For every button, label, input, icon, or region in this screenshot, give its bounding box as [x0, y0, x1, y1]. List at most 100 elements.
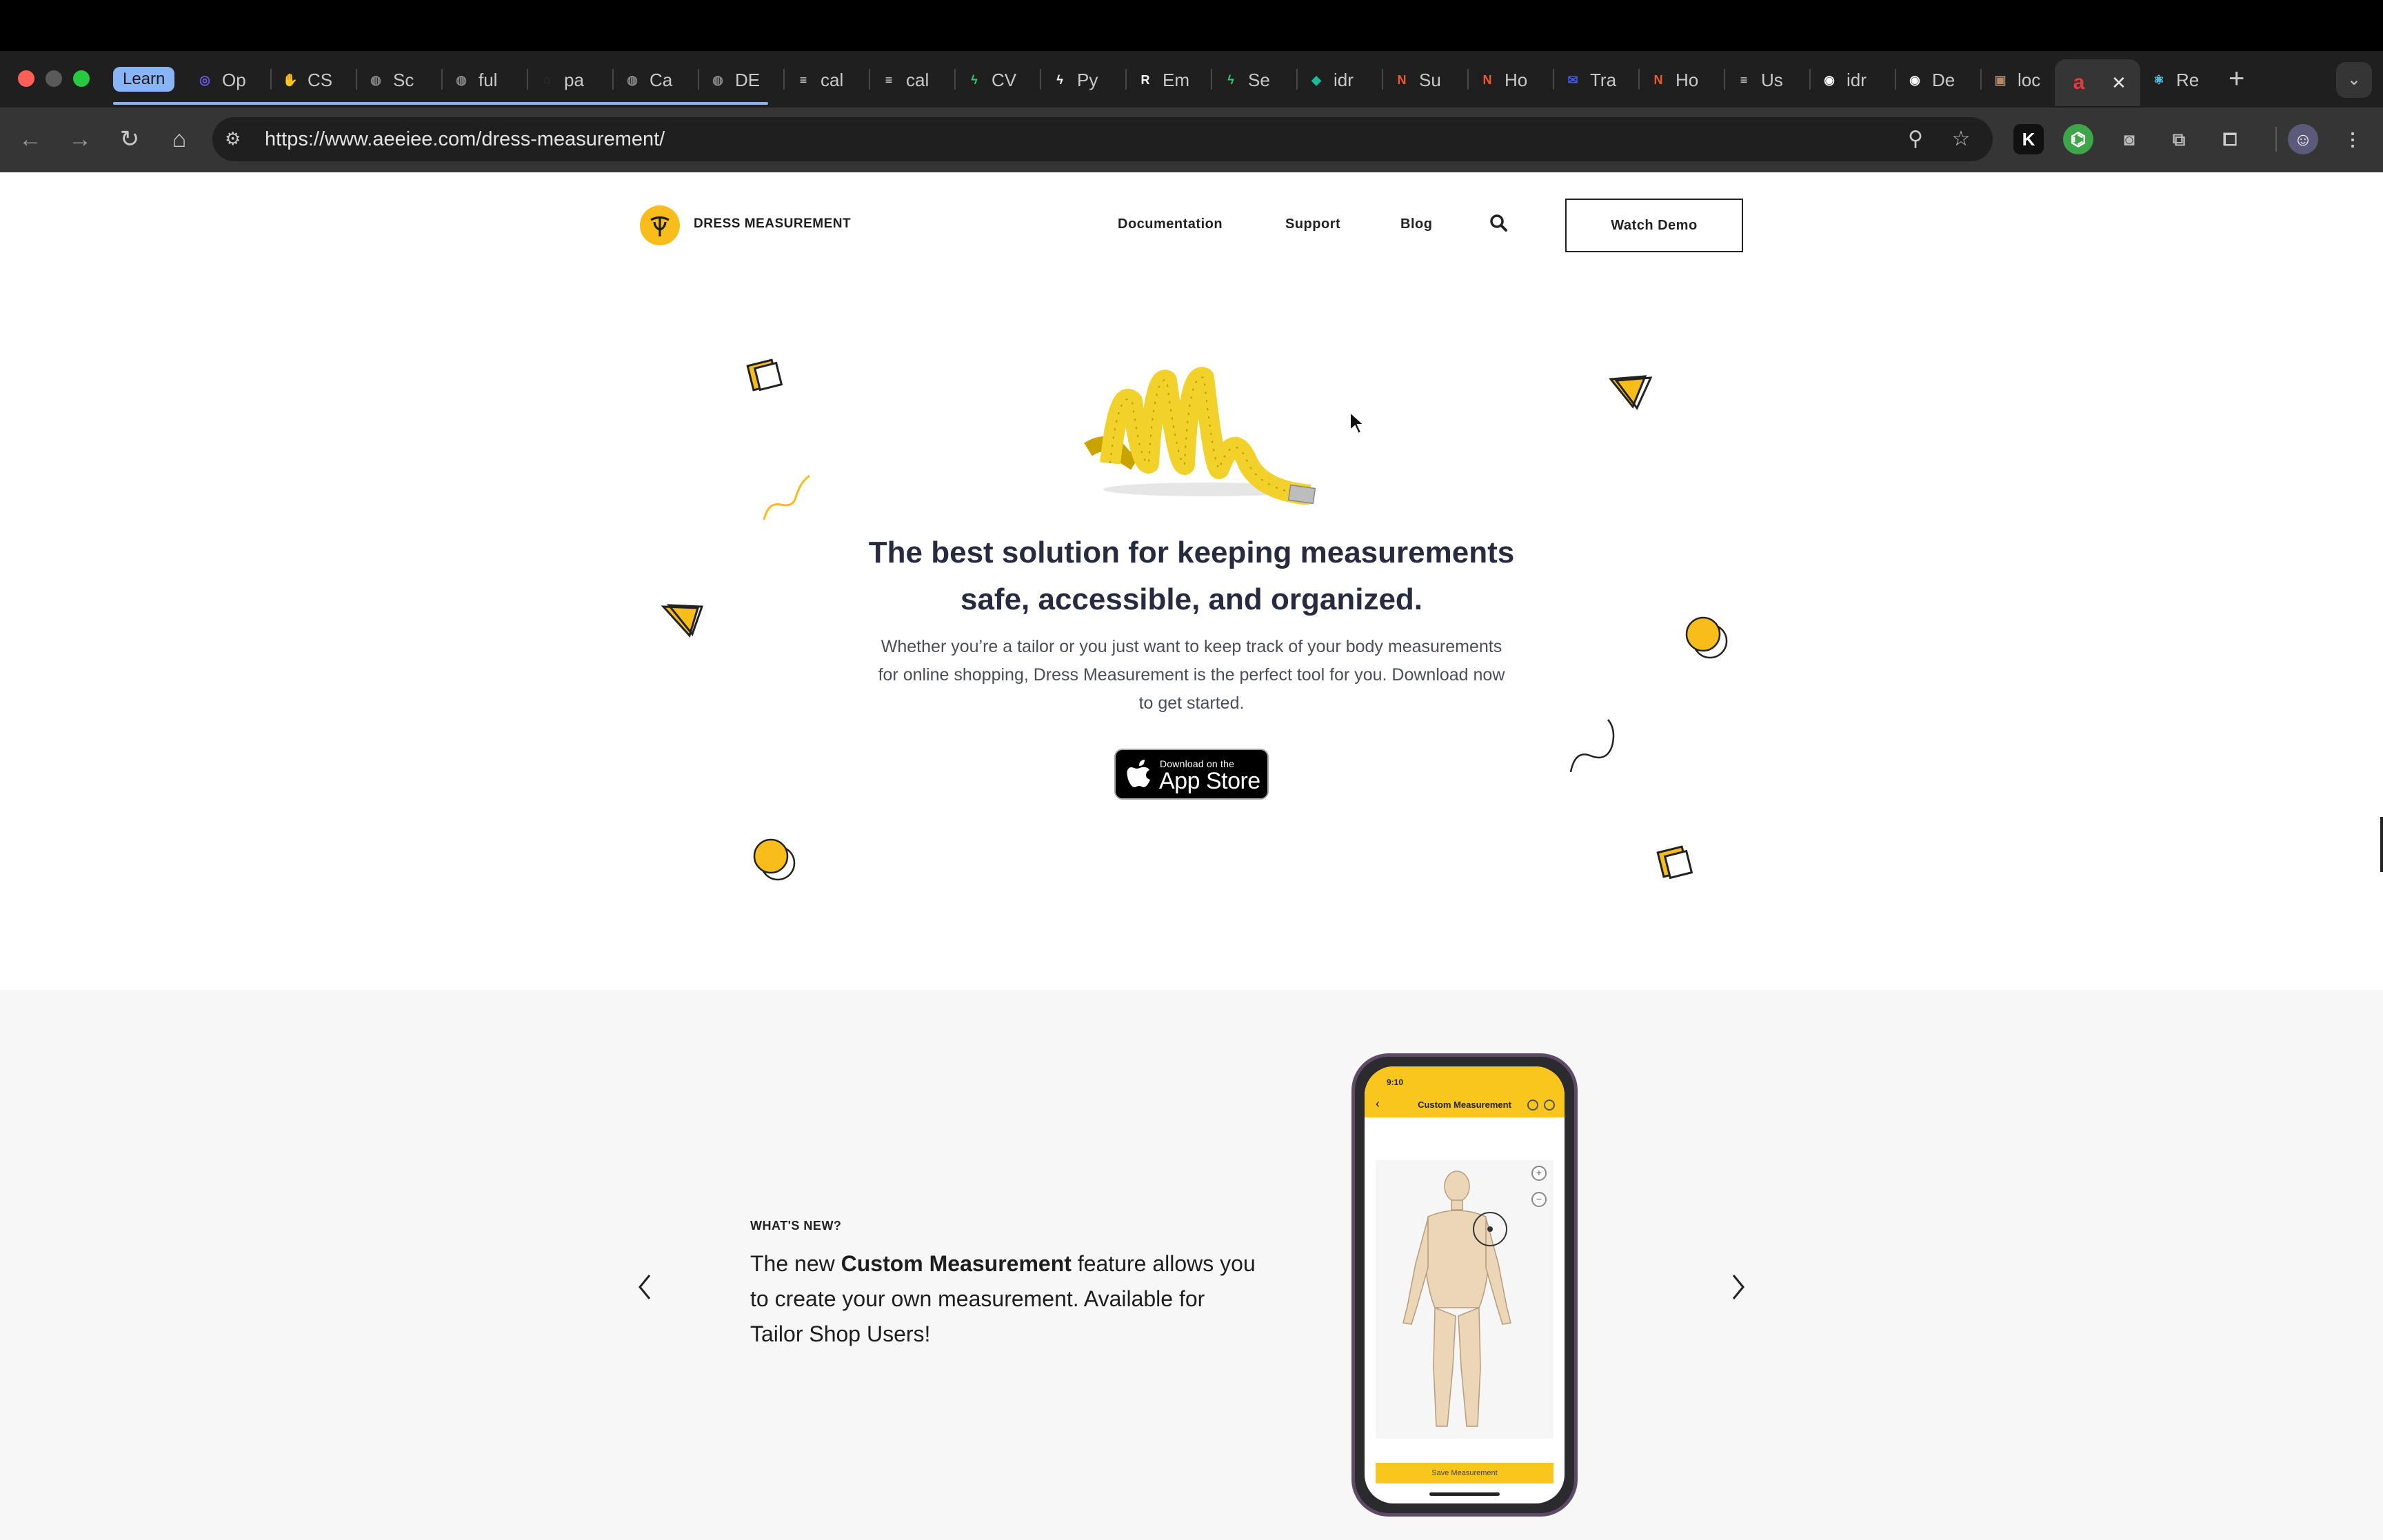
new-tab-button[interactable]: + — [2229, 65, 2244, 92]
browser-tab[interactable]: ◍ Sc — [365, 61, 414, 99]
nav-blog[interactable]: Blog — [1400, 216, 1432, 232]
tab-search-button[interactable]: ⌄ — [2336, 62, 2372, 98]
browser-tab-label: idr — [1847, 69, 1867, 90]
browser-tab[interactable]: ◍ Ca — [622, 61, 672, 99]
brand-name[interactable]: DRESS MEASUREMENT — [694, 216, 851, 232]
globe-icon: ◍ — [456, 72, 467, 87]
phone-mockup: 9:10 ‹ Custom Measurement + − Save Measu… — [1351, 1053, 1578, 1517]
browser-tab-label: cal — [906, 69, 929, 90]
browser-tab-label: idr — [1334, 69, 1354, 90]
bookmark-star-icon[interactable]: ☆ — [1946, 124, 1976, 154]
browser-tab[interactable]: N Ho — [1477, 61, 1528, 99]
brand-logo-icon[interactable] — [640, 205, 680, 245]
browser-tab[interactable]: ◌ pa — [536, 61, 584, 99]
whats-new-feature-name: Custom Measurement — [841, 1251, 1072, 1276]
close-window-button[interactable] — [18, 70, 34, 87]
tape-measure-illustration — [1084, 367, 1316, 505]
browser-tab[interactable]: ◉ De — [1904, 61, 1955, 99]
square-decoration-icon — [1656, 845, 1693, 880]
tab-group-chip[interactable]: Learn — [113, 67, 175, 92]
browser-tab-label: DE — [735, 69, 761, 90]
circle-decoration-icon — [753, 838, 796, 881]
browser-tab[interactable]: ▣ loc — [1990, 61, 2040, 99]
browser-tab-label: Su — [1419, 69, 1441, 90]
browser-tab[interactable]: ✋ CS — [280, 61, 332, 99]
tab-divider — [1125, 69, 1127, 90]
openai-icon: ◎ — [199, 72, 210, 87]
browser-tab[interactable]: ϟ CV — [964, 61, 1016, 99]
zoom-icon[interactable]: ⚲ — [1900, 124, 1931, 154]
bolt-icon: ϟ — [1227, 72, 1234, 87]
phone-home-indicator — [1429, 1492, 1500, 1496]
browser-tab[interactable]: R Em — [1135, 61, 1190, 99]
browser-tab[interactable]: ◍ DE — [707, 61, 760, 99]
reload-button[interactable]: ↻ — [113, 123, 146, 156]
disc-icon: ≡ — [1740, 72, 1748, 87]
browser-tab[interactable]: ϟ Se — [1220, 61, 1270, 99]
url-text[interactable]: https://www.aeeiee.com/dress-measurement… — [265, 124, 665, 154]
web-page: DRESS MEASUREMENT Documentation Support … — [0, 172, 2383, 1540]
minimize-window-button[interactable] — [46, 70, 62, 87]
body-figure-canvas: + − — [1376, 1160, 1554, 1439]
browser-tab[interactable]: ≡ Us — [1733, 61, 1783, 99]
tab-divider — [783, 69, 785, 90]
app-store-button[interactable]: Download on the App Store — [1114, 749, 1269, 800]
camera-extension-icon[interactable]: ◙ — [2114, 124, 2144, 154]
back-button[interactable]: ← — [14, 123, 47, 156]
k-extension-icon[interactable]: K — [2013, 124, 2044, 154]
watch-demo-button[interactable]: Watch Demo — [1565, 199, 1743, 252]
browser-tab-label: Op — [222, 69, 246, 90]
os-menu-strip — [0, 0, 2383, 51]
phone-refresh-icon — [1527, 1100, 1538, 1111]
apple-icon — [1127, 760, 1150, 787]
nav-documentation[interactable]: Documentation — [1118, 216, 1223, 232]
forward-button[interactable]: → — [63, 123, 97, 156]
close-tab-icon[interactable]: ✕ — [2111, 72, 2126, 94]
browser-tab[interactable]: ◆ idr — [1306, 61, 1354, 99]
browser-tab[interactable]: N Su — [1391, 61, 1441, 99]
browser-tab[interactable]: ◉ idr — [1819, 61, 1867, 99]
browser-tab-label: Ca — [650, 69, 673, 90]
n-icon: N — [1653, 72, 1663, 87]
carousel-next-icon[interactable] — [1725, 1273, 1750, 1301]
tab-divider — [270, 69, 272, 90]
tab-divider — [1724, 69, 1725, 90]
mail-icon: ✉ — [1567, 72, 1578, 87]
browser-tab[interactable]: ✉ Tra — [1562, 61, 1616, 99]
menu-kebab-icon[interactable]: ⋮ — [2337, 124, 2368, 154]
phone-screen: 9:10 ‹ Custom Measurement + − Save Measu… — [1365, 1066, 1565, 1503]
tab-group-underline — [113, 102, 768, 105]
browser-tab-active[interactable]: a ✕ — [2055, 59, 2140, 106]
whats-new-text: The new Custom Measurement feature allow… — [750, 1246, 1260, 1352]
zoom-window-button[interactable] — [73, 70, 90, 87]
scroll-indicator — [2380, 817, 2383, 872]
browser-tab-label: Sc — [393, 69, 414, 90]
site-info-icon[interactable]: ⚙ — [225, 128, 250, 150]
browser-tab[interactable]: ◍ ful — [451, 61, 497, 99]
browser-tab[interactable]: ⚛ Re — [2149, 61, 2199, 99]
nav-support[interactable]: Support — [1285, 216, 1340, 232]
home-button[interactable]: ⌂ — [163, 123, 196, 156]
extensions-puzzle-icon[interactable]: ⧠ — [2215, 124, 2245, 154]
carousel-prev-icon[interactable] — [633, 1273, 658, 1301]
browser-tab[interactable]: ◎ Op — [194, 61, 246, 99]
search-icon[interactable] — [1488, 212, 1510, 234]
bolt-icon: ϟ — [1056, 72, 1063, 87]
phone-help-icon — [1544, 1100, 1555, 1111]
tab-divider — [1638, 69, 1640, 90]
mouse-cursor-icon — [1349, 410, 1367, 436]
browser-tab[interactable]: ϟ Py — [1049, 61, 1098, 99]
grammar-extension-icon[interactable]: ⧉ — [2164, 124, 2194, 154]
browser-tab[interactable]: N Ho — [1648, 61, 1699, 99]
browser-tab-label: CS — [308, 69, 333, 90]
browser-tab-label: Re — [2176, 69, 2200, 90]
person-icon: ▣ — [1994, 72, 2007, 87]
profile-avatar[interactable]: ☺ — [2288, 124, 2318, 154]
diamond-icon: ◆ — [1311, 72, 1321, 87]
react-icon: ⚛ — [2153, 72, 2165, 87]
r-icon: R — [1140, 72, 1150, 87]
browser-tab[interactable]: ≡ cal — [878, 61, 929, 99]
green-extension-icon[interactable]: ⌬ — [2063, 124, 2093, 154]
tab-divider — [1467, 69, 1469, 90]
browser-tab[interactable]: ≡ cal — [793, 61, 844, 99]
